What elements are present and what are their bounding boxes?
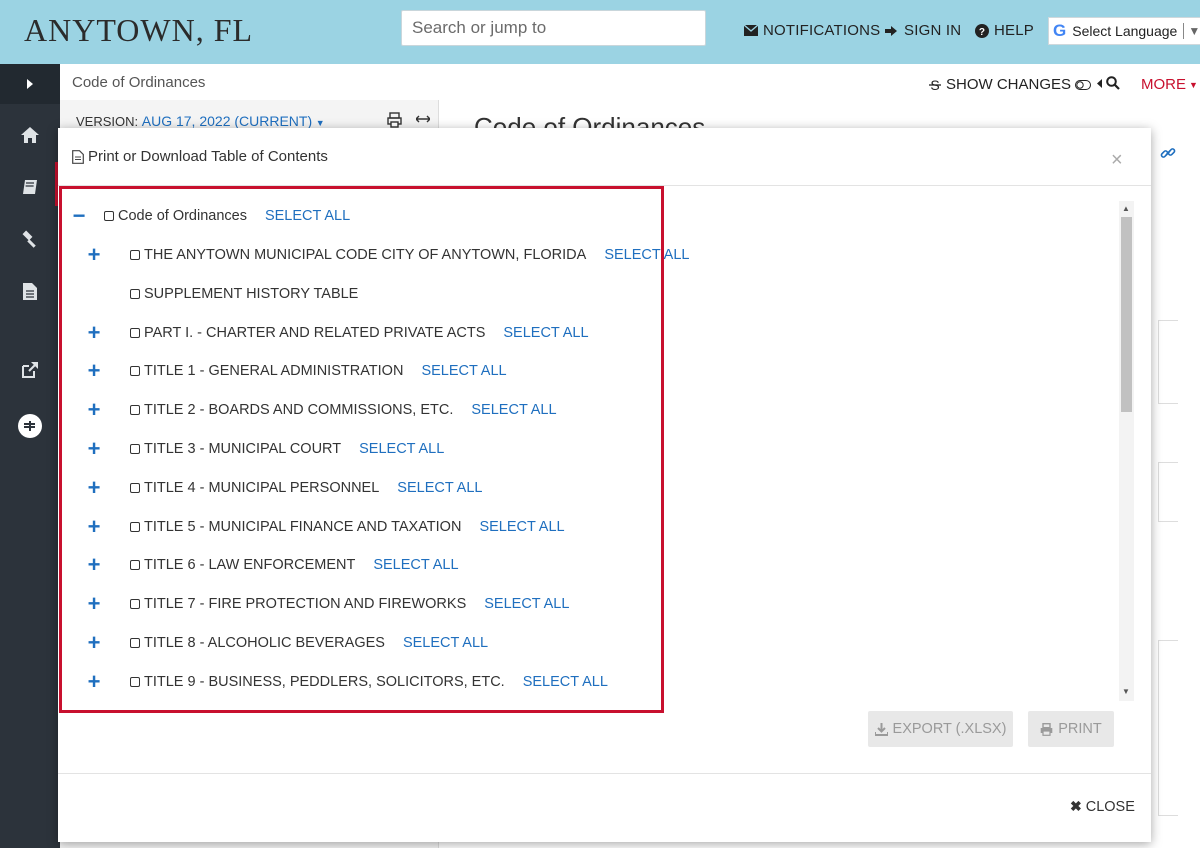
envelope-icon xyxy=(744,25,758,36)
expand-width-icon[interactable] xyxy=(416,114,430,124)
help-link[interactable]: ? HELP xyxy=(975,22,1034,39)
language-divider xyxy=(1183,23,1185,39)
highlight-box xyxy=(59,186,664,713)
print-label: PRINT xyxy=(1058,721,1102,737)
search-icon xyxy=(1106,76,1120,90)
codes-button[interactable] xyxy=(0,167,60,207)
svg-text:?: ? xyxy=(979,27,985,38)
close-button[interactable]: ✖ CLOSE xyxy=(1070,798,1135,815)
sign-in-icon xyxy=(885,25,897,36)
sign-in-link[interactable]: SIGN IN xyxy=(885,22,961,39)
show-changes-label: SHOW CHANGES xyxy=(946,76,1072,93)
notifications-label: NOTIFICATIONS xyxy=(763,22,881,39)
modal-title: Print or Download Table of Contents xyxy=(72,148,328,165)
help-label: HELP xyxy=(994,22,1034,39)
toc-search-button[interactable] xyxy=(1097,76,1120,90)
version-selector[interactable]: VERSION: AUG 17, 2022 (CURRENT) ▼ xyxy=(76,113,325,129)
expand-rail-button[interactable] xyxy=(0,64,60,104)
caret-down-icon: ▼ xyxy=(315,118,325,128)
language-select[interactable]: G Select Language ▼ xyxy=(1048,17,1200,45)
documents-button[interactable] xyxy=(0,271,60,311)
language-label: Select Language xyxy=(1072,23,1178,39)
strikethrough-icon: S xyxy=(929,78,941,92)
export-xlsx-button[interactable]: EXPORT (.XLSX) xyxy=(868,711,1013,747)
scroll-up-icon[interactable]: ▲ xyxy=(1122,204,1130,213)
notifications-link[interactable]: NOTIFICATIONS xyxy=(744,22,880,39)
close-icon: ✖ xyxy=(1070,798,1082,814)
legislation-button[interactable] xyxy=(0,219,60,259)
external-link-icon xyxy=(22,362,38,378)
export-label: EXPORT (.XLSX) xyxy=(892,721,1007,737)
breadcrumb[interactable]: Code of Ordinances xyxy=(72,74,205,91)
google-icon: G xyxy=(1053,21,1067,40)
close-label: CLOSE xyxy=(1085,798,1135,815)
version-value: AUG 17, 2022 (CURRENT) xyxy=(141,113,313,129)
external-link-button[interactable] xyxy=(0,350,60,390)
site-logo[interactable]: ANYTOWN, FL xyxy=(24,12,253,49)
tree-scrollbar[interactable]: ▲ ▼ xyxy=(1119,201,1134,701)
chat-icon xyxy=(18,414,42,438)
version-label: VERSION: xyxy=(76,114,139,129)
help-icon: ? xyxy=(975,23,989,38)
link-icon[interactable] xyxy=(1160,145,1176,161)
scroll-thumb[interactable] xyxy=(1121,217,1132,412)
modal-footer-divider xyxy=(58,773,1151,774)
show-changes-toggle[interactable]: S SHOW CHANGES xyxy=(928,76,1092,93)
chat-button[interactable] xyxy=(0,406,60,446)
download-icon xyxy=(874,722,888,736)
caret-down-icon: ▼ xyxy=(1188,24,1200,38)
home-button[interactable] xyxy=(0,115,60,155)
gavel-icon xyxy=(22,230,36,248)
content-card xyxy=(1158,640,1178,816)
content-card xyxy=(1158,320,1178,404)
caret-left-icon xyxy=(1097,78,1102,88)
more-label: MORE xyxy=(1141,76,1186,93)
document-icon xyxy=(23,282,37,300)
sign-in-label: SIGN IN xyxy=(904,22,962,39)
modal-header: Print or Download Table of Contents × xyxy=(58,128,1151,186)
print-icon xyxy=(1040,722,1053,736)
print-button[interactable]: PRINT xyxy=(1028,711,1114,747)
print-toc-modal: Print or Download Table of Contents × − … xyxy=(58,128,1151,842)
caret-down-icon: ▼ xyxy=(1189,79,1198,90)
content-card xyxy=(1158,462,1178,522)
more-menu[interactable]: MORE ▼ xyxy=(1141,76,1198,93)
print-icon[interactable] xyxy=(387,112,403,128)
home-icon xyxy=(21,127,39,143)
chevron-right-icon xyxy=(27,79,33,89)
toggle-icon xyxy=(1075,79,1092,90)
modal-title-text: Print or Download Table of Contents xyxy=(88,148,328,165)
book-icon xyxy=(23,180,37,194)
document-icon xyxy=(72,149,84,164)
search-input[interactable] xyxy=(401,10,706,46)
scroll-down-icon[interactable]: ▼ xyxy=(1122,687,1130,696)
modal-close-x-button[interactable]: × xyxy=(1111,150,1123,170)
